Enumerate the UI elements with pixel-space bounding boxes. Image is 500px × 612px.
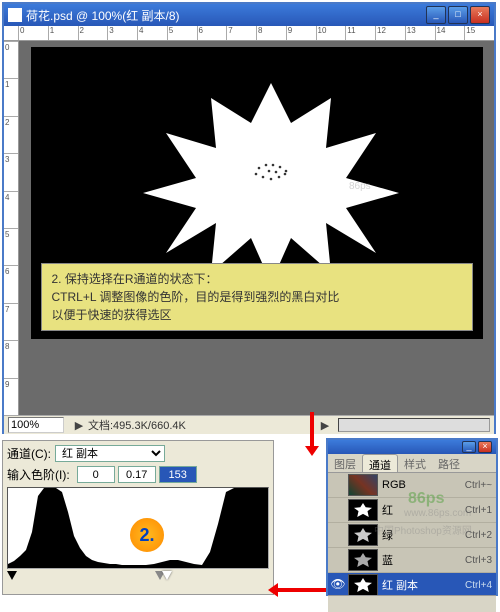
red-arrow-left (276, 588, 326, 592)
red-arrow-down (310, 412, 314, 448)
input-levels-label: 输入色阶(I): (7, 466, 70, 483)
lotus-image (141, 73, 401, 283)
document-titlebar[interactable]: 荷花.psd @ 100%(红 副本/8) _ □ × (4, 4, 494, 26)
minimize-button[interactable]: _ (426, 6, 446, 24)
visibility-icon[interactable] (330, 477, 346, 493)
maximize-button[interactable]: □ (448, 6, 468, 24)
visibility-icon[interactable]: 👁 (330, 577, 346, 593)
panel-titlebar[interactable]: _ × (328, 440, 496, 454)
black-point-input[interactable] (77, 466, 115, 483)
levels-slider[interactable] (7, 571, 269, 583)
app-icon (8, 8, 22, 22)
black-slider-handle[interactable] (7, 571, 17, 580)
tab-paths[interactable]: 路径 (432, 454, 466, 472)
channel-thumb (348, 474, 378, 496)
panel-tabs: 图层 通道 样式 路径 (328, 454, 496, 473)
zoom-input[interactable]: 100% (8, 417, 64, 433)
canvas-area[interactable]: 2. 保持选择在R通道的状态下： CTRL+L 调整图像的色阶，目的是得到强烈的… (19, 41, 494, 415)
watermark-logo: 86ps (408, 490, 444, 508)
channel-thumb (348, 499, 378, 521)
midtone-input[interactable] (118, 466, 156, 483)
canvas[interactable]: 2. 保持选择在R通道的状态下： CTRL+L 调整图像的色阶，目的是得到强烈的… (31, 47, 483, 339)
window-controls: _ □ × (426, 6, 490, 24)
watermark: 86ps (349, 181, 371, 192)
close-button[interactable]: × (470, 6, 490, 24)
channels-panel: _ × 图层 通道 样式 路径 RGB Ctrl+~ 红 Ctrl+1 绿 Ct… (326, 438, 498, 596)
panel-footer (328, 595, 496, 612)
watermark-url: www.86ps.com (404, 508, 471, 519)
horizontal-ruler: 01 23 45 67 89 1011 1213 1415 (4, 26, 494, 41)
tab-channels[interactable]: 通道 (362, 454, 398, 472)
white-slider-handle[interactable] (162, 571, 172, 580)
vertical-ruler: 01 23 45 67 89 (4, 41, 19, 415)
horizontal-scrollbar[interactable] (338, 418, 490, 432)
channel-thumb (348, 574, 378, 595)
panel-close-button[interactable]: × (478, 441, 492, 453)
channel-row-blue[interactable]: 蓝 Ctrl+3 (328, 548, 496, 573)
zoom-arrow-icon[interactable]: ▶ (70, 419, 88, 432)
visibility-icon[interactable] (330, 527, 346, 543)
tab-layers[interactable]: 图层 (328, 454, 362, 472)
levels-dialog: 通道(C): 红 副本 输入色阶(I): 2. (2, 440, 274, 595)
white-point-input[interactable] (159, 466, 197, 483)
watermark-text: 中国Photoshop资源网 (374, 522, 472, 537)
visibility-icon[interactable] (330, 552, 346, 568)
panel-minimize-button[interactable]: _ (462, 441, 476, 453)
info-arrow-icon[interactable]: ▶ (316, 419, 334, 432)
tab-styles[interactable]: 样式 (398, 454, 432, 472)
instruction-note: 2. 保持选择在R通道的状态下： CTRL+L 调整图像的色阶，目的是得到强烈的… (41, 263, 473, 331)
step-badge: 2. (128, 516, 166, 554)
channel-thumb (348, 549, 378, 571)
channel-select[interactable]: 红 副本 (55, 445, 165, 462)
doc-size-info: 文档:495.3K/660.4K (88, 417, 316, 433)
histogram: 2. (7, 487, 269, 569)
status-bar: 100% ▶ 文档:495.3K/660.4K ▶ (4, 415, 494, 434)
channel-row-red-copy[interactable]: 👁 红 副本 Ctrl+4 (328, 573, 496, 595)
channel-label: 通道(C): (7, 445, 51, 462)
document-title: 荷花.psd @ 100%(红 副本/8) (26, 7, 426, 24)
document-window: 荷花.psd @ 100%(红 副本/8) _ □ × 01 23 45 67 … (2, 2, 496, 434)
visibility-icon[interactable] (330, 502, 346, 518)
